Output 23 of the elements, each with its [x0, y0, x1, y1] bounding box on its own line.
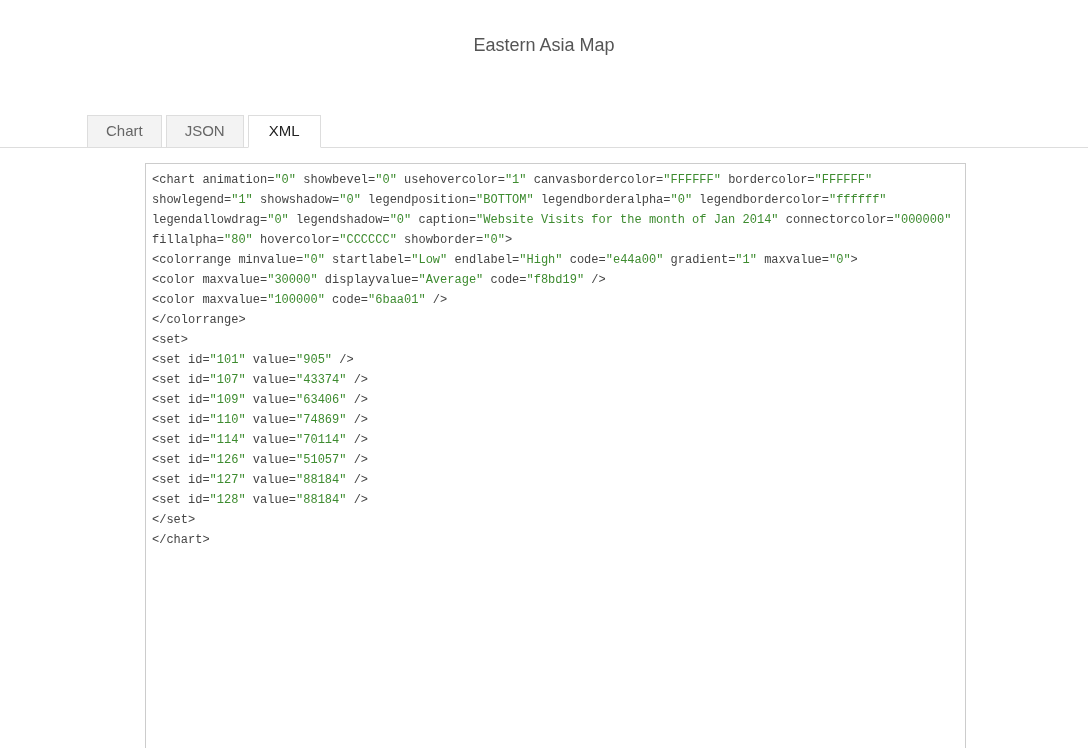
- page-title: Eastern Asia Map: [473, 34, 615, 57]
- code-line: <set id="114" value="70114" />: [152, 432, 369, 449]
- code-line: fillalpha="80" hovercolor="CCCCCC" showborder="0">: [152, 232, 513, 249]
- code-line: </set>: [152, 512, 196, 529]
- code-line: showlegend="1" showshadow="0" legendposition="BOTTOM" legendborderalpha="0" legendbordercolor="ffffff": [152, 192, 887, 209]
- tab[interactable]: Chart: [87, 115, 162, 147]
- code-line: <set id="101" value="905" />: [152, 352, 354, 369]
- code-line: <set id="126" value="51057" />: [152, 452, 369, 469]
- code-line: <set id="128" value="88184" />: [152, 492, 369, 509]
- code-line: <set id="110" value="74869" />: [152, 412, 369, 429]
- code-line: <set id="127" value="88184" />: [152, 472, 369, 489]
- tab[interactable]: JSON: [165, 115, 244, 147]
- code-line: <chart animation="0" showbevel="0" usehovercolor="1" canvasbordercolor="FFFFFF" bordercolor="FFFFFF": [152, 172, 873, 189]
- code-line: legendallowdrag="0" legendshadow="0" caption="Website Visits for the month of Jan 2014" connectorcolor="000000": [152, 212, 952, 229]
- code-line: </colorrange>: [152, 312, 246, 329]
- code-line: </chart>: [152, 532, 210, 549]
- code-line: <set id="109" value="63406" />: [152, 392, 369, 409]
- code-line: <colorrange minvalue="0" startlabel="Low" endlabel="High" code="e44a00" gradient="1" maxvalue="0">: [152, 252, 858, 269]
- code-line: <set>: [152, 332, 188, 349]
- code-line: <set id="107" value="43374" />: [152, 372, 369, 389]
- code-line: <color maxvalue="30000" displayvalue="Average" code="f8bd19" />: [152, 272, 606, 289]
- code-line: <color maxvalue="100000" code="6baa01" />: [152, 292, 448, 309]
- tab[interactable]: XML: [247, 115, 321, 148]
